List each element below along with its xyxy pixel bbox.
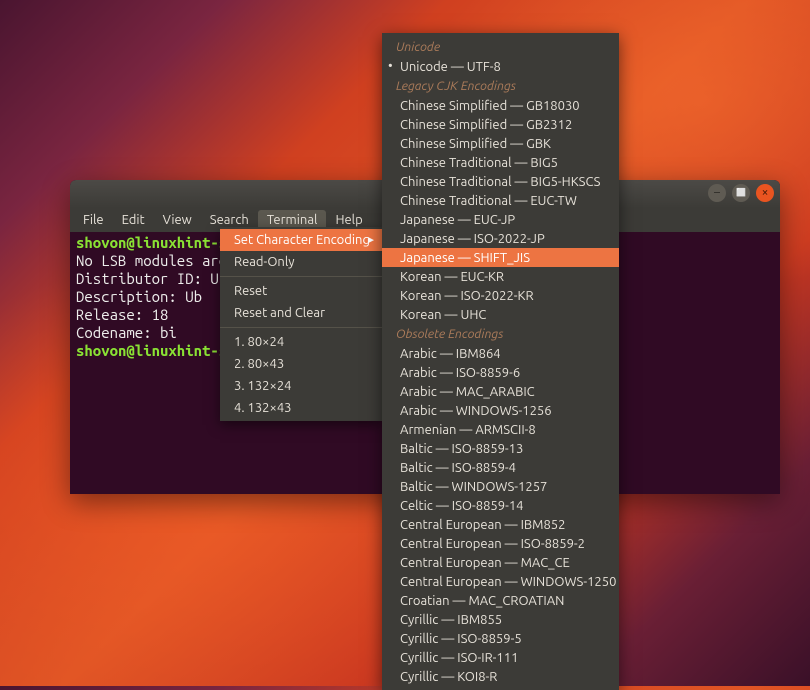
minimize-button[interactable]: –	[708, 184, 726, 202]
encoding-item[interactable]: Unicode — UTF-8	[382, 57, 619, 76]
encoding-item[interactable]: Cyrillic — ISO-IR-111	[382, 648, 619, 667]
menu-edit[interactable]: Edit	[113, 210, 154, 230]
encoding-section-header: Unicode	[382, 37, 619, 57]
encoding-item[interactable]: Japanese — EUC-JP	[382, 210, 619, 229]
encoding-item[interactable]: Central European — ISO-8859-2	[382, 534, 619, 553]
menu-separator	[220, 327, 382, 328]
menu-item-reset-and-clear[interactable]: Reset and Clear	[220, 302, 382, 324]
encoding-item[interactable]: Central European — MAC_CE	[382, 553, 619, 572]
encoding-item[interactable]: Arabic — MAC_ARABIC	[382, 382, 619, 401]
encoding-submenu: UnicodeUnicode — UTF-8Legacy CJK Encodin…	[382, 33, 619, 690]
encoding-item[interactable]: Chinese Traditional — BIG5-HKSCS	[382, 172, 619, 191]
encoding-item[interactable]: Armenian — ARMSCII-8	[382, 420, 619, 439]
encoding-item[interactable]: Cyrillic — ISO-8859-5	[382, 629, 619, 648]
terminal-menu-dropdown: Set Character EncodingRead-Only ResetRese…	[220, 227, 382, 421]
encoding-item[interactable]: Japanese — SHIFT_JIS	[382, 248, 619, 267]
menu-item-read-only[interactable]: Read-Only	[220, 251, 382, 273]
encoding-item[interactable]: Korean — EUC-KR	[382, 267, 619, 286]
encoding-item[interactable]: Chinese Traditional — EUC-TW	[382, 191, 619, 210]
menu-item-4-132-43[interactable]: 4. 132×43	[220, 397, 382, 419]
minimize-icon: –	[714, 187, 720, 199]
menu-item-1-80-24[interactable]: 1. 80×24	[220, 331, 382, 353]
encoding-section-header: Obsolete Encodings	[382, 324, 619, 344]
encoding-item[interactable]: Baltic — ISO-8859-4	[382, 458, 619, 477]
close-button[interactable]: ×	[756, 184, 774, 202]
encoding-item[interactable]: Chinese Simplified — GB2312	[382, 115, 619, 134]
encoding-item[interactable]: Cyrillic — IBM855	[382, 610, 619, 629]
maximize-icon: ⬜	[736, 189, 746, 197]
encoding-item[interactable]: Korean — ISO-2022-KR	[382, 286, 619, 305]
encoding-item[interactable]: Japanese — ISO-2022-JP	[382, 229, 619, 248]
encoding-item[interactable]: Korean — UHC	[382, 305, 619, 324]
menu-item-reset[interactable]: Reset	[220, 280, 382, 302]
encoding-item[interactable]: Chinese Traditional — BIG5	[382, 153, 619, 172]
encoding-section-header: Legacy CJK Encodings	[382, 76, 619, 96]
encoding-item[interactable]: Baltic — WINDOWS-1257	[382, 477, 619, 496]
encoding-item[interactable]: Arabic — ISO-8859-6	[382, 363, 619, 382]
encoding-item[interactable]: Baltic — ISO-8859-13	[382, 439, 619, 458]
encoding-item[interactable]: Cyrillic — KOI8-R	[382, 667, 619, 686]
maximize-button[interactable]: ⬜	[732, 184, 750, 202]
encoding-item[interactable]: Arabic — IBM864	[382, 344, 619, 363]
menu-file[interactable]: File	[74, 210, 113, 230]
menu-item-3-132-24[interactable]: 3. 132×24	[220, 375, 382, 397]
encoding-item[interactable]: Central European — WINDOWS-1250	[382, 572, 619, 591]
encoding-item[interactable]: Celtic — ISO-8859-14	[382, 496, 619, 515]
close-icon: ×	[762, 187, 769, 199]
menu-separator	[220, 276, 382, 277]
encoding-item[interactable]: Croatian — MAC_CROATIAN	[382, 591, 619, 610]
menu-item-2-80-43[interactable]: 2. 80×43	[220, 353, 382, 375]
encoding-item[interactable]: Arabic — WINDOWS-1256	[382, 401, 619, 420]
encoding-item[interactable]: Chinese Simplified — GBK	[382, 134, 619, 153]
encoding-item[interactable]: Central European — IBM852	[382, 515, 619, 534]
menu-view[interactable]: View	[154, 210, 201, 230]
menu-item-set-character-encoding[interactable]: Set Character Encoding	[220, 229, 382, 251]
encoding-item[interactable]: Chinese Simplified — GB18030	[382, 96, 619, 115]
window-controls: – ⬜ ×	[708, 184, 774, 202]
